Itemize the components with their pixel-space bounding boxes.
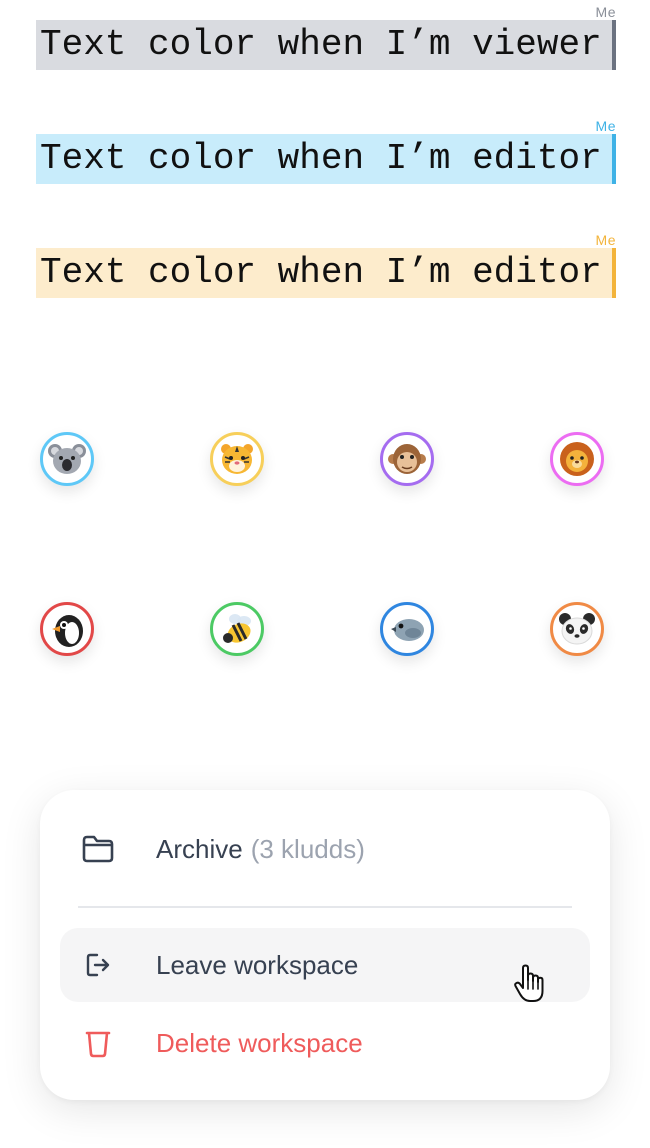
viewer-text-sample: Me Text color when I’m viewer — [36, 4, 616, 70]
avatar-bee[interactable] — [210, 602, 264, 656]
avatar-penguin[interactable] — [40, 602, 94, 656]
me-label: Me — [595, 118, 616, 134]
archive-label: Archive — [156, 833, 243, 864]
monkey-icon — [388, 444, 426, 474]
editor-text-sample-yellow: Me Text color when I’m editor — [36, 232, 616, 298]
koala-icon — [48, 444, 86, 474]
panda-icon — [559, 613, 595, 645]
viewer-highlighted-text: Text color when I’m viewer — [36, 20, 612, 70]
editor-text-sample-blue: Me Text color when I’m editor — [36, 118, 616, 184]
bird-icon — [391, 619, 424, 641]
penguin-icon — [52, 615, 83, 647]
editor-caret — [612, 248, 616, 298]
delete-workspace-label: Delete workspace — [156, 1027, 363, 1058]
editor-highlighted-text: Text color when I’m editor — [36, 248, 612, 298]
menu-divider — [78, 906, 572, 908]
archive-count: (3 kludds) — [250, 833, 365, 864]
avatar-tiger[interactable] — [210, 432, 264, 486]
avatar-koala[interactable] — [40, 432, 94, 486]
editor-highlighted-text: Text color when I’m editor — [36, 134, 612, 184]
me-label: Me — [595, 4, 616, 20]
avatar-panda[interactable] — [550, 602, 604, 656]
leave-workspace-label: Leave workspace — [156, 949, 359, 980]
avatar-monkey[interactable] — [380, 432, 434, 486]
workspace-menu: Archive (3 kludds) Leave workspace Delet… — [40, 790, 610, 1100]
archive-menu-item[interactable]: Archive (3 kludds) — [60, 812, 590, 886]
lion-icon — [560, 442, 594, 476]
leave-workspace-menu-item[interactable]: Leave workspace — [60, 928, 590, 1002]
avatar-lion[interactable] — [550, 432, 604, 486]
hand-cursor-icon — [514, 964, 544, 1002]
avatar-bird[interactable] — [380, 602, 434, 656]
trash-icon — [80, 1025, 116, 1061]
tiger-icon — [221, 444, 253, 474]
bee-icon — [223, 614, 251, 643]
viewer-caret — [612, 20, 616, 70]
delete-workspace-menu-item[interactable]: Delete workspace — [60, 1006, 590, 1080]
editor-caret — [612, 134, 616, 184]
exit-icon — [80, 947, 116, 983]
folder-icon — [80, 831, 116, 867]
me-label: Me — [595, 232, 616, 248]
